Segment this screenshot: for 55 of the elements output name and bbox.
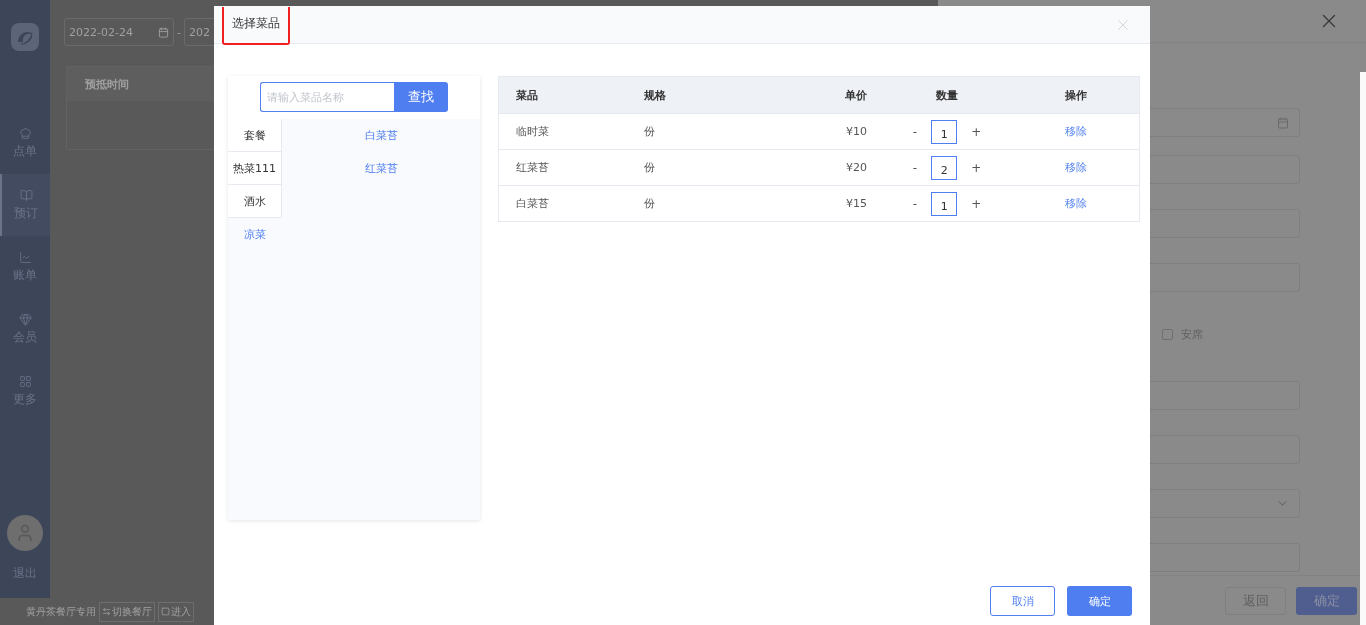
confirm-button[interactable]: 确定 bbox=[1067, 586, 1132, 616]
book-icon bbox=[19, 188, 33, 202]
dialog-title: 选择菜品 bbox=[222, 6, 290, 45]
calendar-icon bbox=[1277, 116, 1289, 129]
dish-name: 红菜苔 bbox=[515, 160, 550, 175]
chef-hat-icon bbox=[18, 126, 32, 140]
remove-link[interactable]: 移除 bbox=[1027, 196, 1125, 211]
quantity-field[interactable]: 1 bbox=[931, 119, 958, 144]
scrollbar[interactable] bbox=[1360, 72, 1366, 625]
price-cell-text: ¥15 bbox=[845, 197, 867, 210]
price-cell-text: ¥20 bbox=[845, 161, 867, 174]
plus-button[interactable]: + bbox=[969, 160, 984, 175]
column-header: 操作 bbox=[1064, 87, 1088, 103]
quantity-field[interactable]: 1 bbox=[931, 191, 958, 216]
category-tab[interactable]: 热菜111 bbox=[228, 152, 282, 185]
checkbox[interactable] bbox=[1162, 328, 1173, 340]
column-header: 数量 bbox=[935, 87, 959, 103]
avatar[interactable] bbox=[7, 515, 43, 551]
chart-icon bbox=[18, 250, 32, 264]
column-header: 单价 bbox=[844, 87, 867, 103]
price-cell-text: ¥10 bbox=[845, 125, 867, 138]
dish-name: 白菜苔 bbox=[515, 196, 550, 211]
calendar-icon bbox=[158, 26, 169, 38]
dish-item[interactable]: 白菜苔 bbox=[364, 119, 398, 152]
search-button[interactable]: 查找 bbox=[394, 82, 448, 112]
unit-cell-text: 份 bbox=[644, 124, 656, 139]
cancel-button[interactable]: 取消 bbox=[990, 586, 1055, 616]
category-tab[interactable]: 凉菜 bbox=[228, 218, 282, 251]
logo-icon bbox=[10, 22, 40, 52]
remove-link[interactable]: 移除 bbox=[1027, 160, 1125, 175]
date-field[interactable]: 2022-02-24 bbox=[64, 18, 174, 46]
unit-cell-text: 份 bbox=[644, 160, 656, 175]
grid-icon bbox=[18, 374, 32, 388]
dish-item[interactable]: 红菜苔 bbox=[364, 152, 398, 185]
status-button[interactable]: 切换餐厅 bbox=[99, 601, 155, 622]
plus-button[interactable]: + bbox=[969, 124, 984, 139]
date-separator: - bbox=[177, 25, 181, 39]
column-header: 预抵时间 bbox=[85, 76, 129, 92]
plus-button[interactable]: + bbox=[969, 196, 984, 211]
minus-button[interactable]: - bbox=[910, 124, 920, 139]
category-tab[interactable]: 酒水 bbox=[228, 185, 282, 218]
column-header: 菜品 bbox=[515, 87, 539, 103]
dish-name: 临时菜 bbox=[515, 124, 550, 139]
minus-button[interactable]: - bbox=[910, 196, 920, 211]
unit-cell-text: 份 bbox=[644, 196, 656, 211]
minus-button[interactable]: - bbox=[910, 160, 920, 175]
quantity-field[interactable]: 2 bbox=[931, 155, 958, 180]
status-button[interactable]: 进入 bbox=[158, 601, 194, 622]
square-icon bbox=[161, 607, 170, 616]
remove-link[interactable]: 移除 bbox=[1027, 124, 1125, 139]
category-tab[interactable]: 套餐 bbox=[228, 119, 282, 152]
restaurant-name: 黄丹茶餐厅专用 bbox=[26, 604, 96, 619]
column-header: 规格 bbox=[644, 87, 667, 103]
swap-icon bbox=[102, 607, 111, 616]
gem-icon bbox=[18, 312, 32, 326]
